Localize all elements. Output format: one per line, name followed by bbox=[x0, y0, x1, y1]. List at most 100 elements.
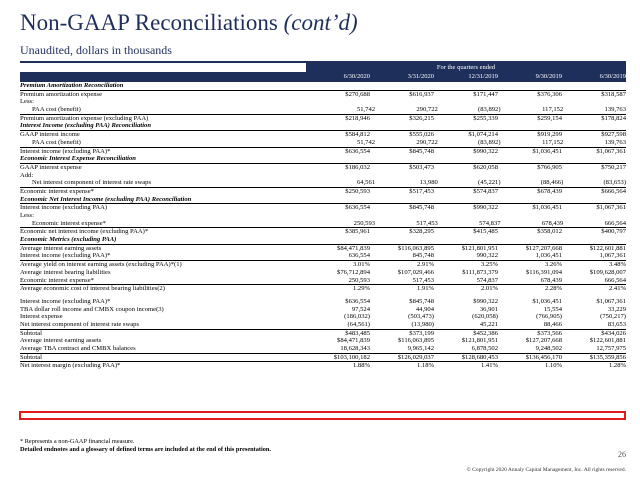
row-value: $116,391,094 bbox=[525, 268, 562, 276]
section-header: Economic Interest Expense Reconciliation bbox=[20, 155, 626, 164]
row-value: $128,680,453 bbox=[461, 353, 498, 361]
row-label: Economic interest expense* bbox=[20, 187, 94, 195]
page-subtitle: Unaudited, dollars in thousands bbox=[20, 43, 172, 57]
row-value: (13,980) bbox=[411, 320, 434, 328]
row-value: $1,067,361 bbox=[596, 204, 626, 212]
table-row: Average yield on interest earning assets… bbox=[20, 260, 626, 269]
row-value: (83,892) bbox=[478, 106, 501, 114]
row-value: $84,471,839 bbox=[337, 244, 370, 252]
row-value: $122,601,881 bbox=[589, 337, 626, 345]
row-label: GAAP interest income bbox=[20, 131, 80, 139]
row-label: Average interest earning assets bbox=[20, 244, 102, 252]
row-value: $990,322 bbox=[473, 147, 498, 155]
row-value: 250,593 bbox=[348, 276, 370, 284]
row-value bbox=[370, 172, 434, 180]
row-value: $136,456,170 bbox=[525, 353, 562, 361]
row-value: $76,712,894 bbox=[337, 268, 370, 276]
row-value: $616,937 bbox=[409, 90, 434, 98]
table-row: Average interest earning assets $84,471,8… bbox=[20, 337, 626, 345]
table-row: PAA cost (benefit) 51,742 290,722 (83,892) 1… bbox=[20, 106, 626, 114]
row-value: 1.18% bbox=[416, 362, 434, 370]
row-value: 64,561 bbox=[356, 179, 376, 187]
row-value: 517,453 bbox=[412, 276, 434, 284]
table-row: Add: bbox=[20, 172, 626, 180]
row-value: $109,628,007 bbox=[589, 268, 626, 276]
row-value: 44,904 bbox=[415, 305, 434, 313]
row-value bbox=[562, 172, 626, 180]
row-label: Average interest earning assets bbox=[20, 337, 102, 345]
row-value: $1,067,361 bbox=[596, 297, 626, 305]
row-label: Average interest bearing liabilities bbox=[20, 268, 111, 276]
row-value: $1,036,451 bbox=[532, 147, 562, 155]
table-row: Interest income (excluding PAA) $636,554 $… bbox=[20, 204, 626, 212]
table-row: Economic net interest income (excluding … bbox=[20, 227, 626, 236]
row-value: $186,032 bbox=[345, 163, 370, 171]
row-value: $517,453 bbox=[409, 187, 434, 195]
row-value: $122,601,881 bbox=[589, 244, 626, 252]
table-row: Net interest component of interest rate … bbox=[20, 321, 626, 329]
row-value: 2.41% bbox=[608, 285, 626, 293]
table-row: Economic interest expense* 250,593 517,453… bbox=[20, 277, 626, 285]
row-value: 45,221 bbox=[479, 320, 498, 328]
row-label: PAA cost (benefit) bbox=[32, 106, 81, 114]
table-row: Premium amortization expense $270,688 $616… bbox=[20, 91, 626, 99]
row-value: 250,593 bbox=[353, 219, 376, 227]
page-title: Non-GAAP Reconciliations (cont’d) bbox=[20, 10, 358, 36]
table-row: Net interest margin (excluding PAA)* 1.88… bbox=[20, 361, 626, 370]
row-label: Net interest component of interest rate … bbox=[20, 320, 140, 328]
row-label: PAA cost (benefit) bbox=[32, 138, 81, 146]
row-value: $919,299 bbox=[537, 131, 562, 139]
row-value: $766,905 bbox=[537, 163, 562, 171]
section-header: Economic Metrics (excluding PAA) bbox=[20, 236, 626, 245]
row-value: $415,485 bbox=[473, 228, 498, 236]
row-label: Premium amortization expense bbox=[20, 90, 103, 98]
net-interest-margin-highlight bbox=[19, 411, 626, 420]
row-value: $116,063,895 bbox=[397, 337, 434, 345]
row-value: $135,359,856 bbox=[589, 353, 626, 361]
section-title: Economic Interest Expense Reconciliation bbox=[20, 155, 136, 163]
column-header: 12/31/2019 bbox=[468, 73, 498, 80]
row-label: Subtotal bbox=[20, 353, 42, 361]
row-value: 1.29% bbox=[352, 285, 370, 293]
row-value: $326,215 bbox=[409, 114, 434, 122]
row-value bbox=[370, 212, 434, 220]
row-label: Average yield on interest earning assets… bbox=[20, 261, 182, 269]
table-row: Economic interest expense* 250,593 517,453… bbox=[20, 220, 626, 228]
row-value: $845,748 bbox=[409, 147, 434, 155]
row-value: 2.01% bbox=[480, 285, 498, 293]
row-label: Interest income (excluding PAA) bbox=[20, 204, 108, 212]
row-value: $452,386 bbox=[473, 329, 498, 337]
row-value: $434,026 bbox=[601, 329, 626, 337]
row-label: Add: bbox=[20, 171, 34, 179]
row-value: 12,757,975 bbox=[596, 345, 626, 352]
row-label: Economic interest expense* bbox=[20, 276, 94, 284]
row-label: Average economic cost of interest bearin… bbox=[20, 285, 165, 293]
row-label: Subtotal bbox=[20, 329, 42, 337]
copyright: © Copyright 2020 Annaly Capital Manageme… bbox=[466, 467, 626, 473]
row-label: Economic interest expense* bbox=[32, 219, 106, 227]
row-value: 139,763 bbox=[604, 106, 627, 114]
row-value: $555,026 bbox=[409, 131, 434, 139]
row-value: 1.88% bbox=[352, 362, 370, 370]
row-value: 3.26% bbox=[544, 261, 562, 269]
row-label: GAAP interest expense bbox=[20, 163, 82, 171]
table-row: Net interest component of interest rate … bbox=[20, 179, 626, 187]
row-value: $636,554 bbox=[345, 297, 370, 305]
row-value: $385,961 bbox=[345, 228, 370, 236]
row-value: $121,801,951 bbox=[461, 337, 498, 345]
row-value bbox=[498, 212, 562, 220]
table-row: Average interest bearing liabilities $76,… bbox=[20, 269, 626, 277]
row-value: 666,564 bbox=[604, 219, 627, 227]
row-value: (620,058) bbox=[472, 313, 498, 321]
row-value: 1,067,361 bbox=[599, 252, 626, 260]
table-row: Less: bbox=[20, 98, 626, 106]
row-value: 678,439 bbox=[541, 219, 564, 227]
table-row: Average interest earning assets $84,471,8… bbox=[20, 245, 626, 253]
table-row: Interest expense (186,032) (503,473) (620,0… bbox=[20, 313, 626, 321]
row-value: $318,587 bbox=[601, 90, 626, 98]
table-row: Premium amortization expense (excluding … bbox=[20, 113, 626, 123]
row-value: 3.25% bbox=[480, 261, 498, 269]
row-value: 2.28% bbox=[544, 285, 562, 293]
row-value: (750,217) bbox=[600, 313, 626, 321]
section-header: Interest Income (excluding PAA) Reconcil… bbox=[20, 122, 626, 132]
